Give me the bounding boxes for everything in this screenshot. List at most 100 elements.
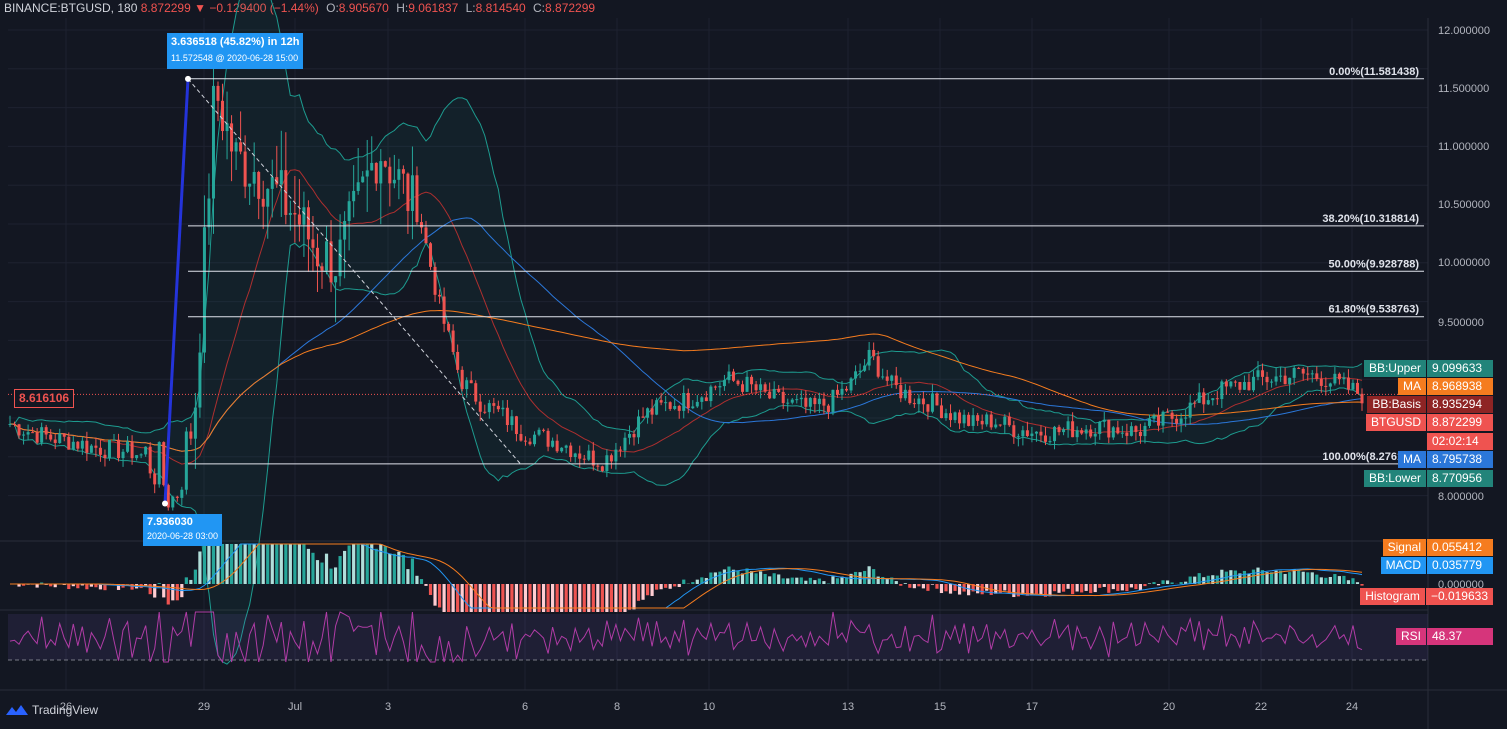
candle-body	[451, 330, 455, 352]
candle-body	[221, 100, 225, 132]
macd-histogram-bar	[980, 584, 984, 595]
macd-histogram-bar	[1080, 584, 1084, 593]
macd-histogram-bar	[985, 584, 989, 591]
macd-histogram-bar	[1355, 582, 1360, 584]
candle-body	[379, 161, 383, 184]
candle-body	[8, 423, 12, 425]
time-axis-tick: 3	[385, 701, 391, 713]
macd-histogram-bar	[1337, 576, 1341, 584]
candle-body	[872, 349, 876, 357]
macd-histogram-bar	[939, 584, 944, 594]
axis-tag-value: 8.968938	[1427, 378, 1493, 395]
axis-tag-value: 8.935294	[1427, 396, 1493, 413]
macd-histogram-bar	[994, 584, 998, 594]
macd-histogram-bar	[1120, 584, 1124, 591]
macd-histogram-bar	[1111, 584, 1115, 590]
candle-body	[731, 371, 735, 381]
candle-body	[410, 175, 414, 211]
candle-body	[130, 441, 134, 459]
macd-histogram-bar	[1324, 577, 1328, 584]
candle-body	[31, 432, 35, 434]
axis-tag-value: 02:02:14	[1427, 433, 1493, 450]
macd-histogram-bar	[1138, 584, 1143, 590]
candle-body	[1143, 425, 1147, 437]
candle-body	[682, 392, 686, 411]
axis-tag: RSI 48.37	[1395, 628, 1493, 645]
candle-body	[1211, 398, 1215, 401]
candle-body	[401, 169, 405, 174]
macd-histogram-bar	[1306, 572, 1310, 584]
macd-histogram-bar	[1071, 584, 1075, 595]
tradingview-logo: TradingView	[6, 703, 98, 717]
candle-body	[605, 455, 609, 472]
axis-tag-value: 8.770956	[1427, 470, 1493, 487]
candle-body	[930, 393, 934, 412]
macd-histogram-bar	[243, 544, 247, 584]
axis-tag: Signal 0.055412	[1382, 539, 1493, 556]
candle-body	[311, 239, 315, 248]
candle-body	[637, 416, 641, 438]
candle-body	[985, 414, 989, 425]
macd-histogram-bar	[641, 584, 645, 600]
candle-body	[94, 445, 98, 448]
macd-histogram-bar	[306, 548, 311, 584]
candle-body	[1089, 429, 1093, 437]
macd-histogram-bar	[645, 584, 650, 596]
axis-tag-value: 8.795738	[1427, 451, 1493, 468]
candle-body	[976, 415, 980, 421]
candle-body	[650, 408, 654, 415]
time-axis-tick: 6	[522, 701, 528, 713]
macd-histogram-bar	[157, 583, 161, 584]
candle-body	[429, 243, 433, 267]
candle-body	[234, 142, 238, 152]
axis-tag: BB:Lower 8.770956	[1363, 470, 1493, 487]
price-axis-tick: 8.000000	[1438, 491, 1484, 503]
macd-histogram-bar	[1279, 570, 1283, 584]
macd-histogram-bar	[352, 544, 356, 584]
candle-body	[1301, 368, 1305, 374]
candle-body	[772, 388, 776, 399]
macd-histogram-bar	[1319, 577, 1323, 584]
macd-histogram-bar	[822, 581, 826, 584]
candle-body	[587, 450, 591, 460]
time-axis-tick: 22	[1255, 701, 1267, 713]
macd-histogram-bar	[257, 544, 261, 584]
candle-body	[813, 397, 817, 405]
axis-tag-name: MA	[1398, 451, 1426, 468]
candle-body	[80, 440, 84, 449]
macd-histogram-bar	[207, 544, 211, 584]
macd-histogram-bar	[1066, 584, 1070, 589]
candle-body	[1166, 411, 1170, 413]
axis-tag-name: RSI	[1395, 628, 1426, 645]
candle-body	[49, 434, 53, 440]
candle-body	[1134, 426, 1138, 432]
candle-body	[189, 431, 193, 439]
price-chart[interactable]: 0.00%(11.581438) 38.20%(10.318814) 50.00%(…	[0, 0, 1507, 729]
macd-histogram-bar	[636, 584, 641, 601]
candle-body	[1188, 402, 1192, 418]
candle-body	[261, 198, 265, 207]
candle-body	[325, 241, 329, 271]
macd-histogram-bar	[85, 584, 89, 590]
axis-tag-name: Signal	[1382, 539, 1426, 556]
candle-body	[474, 383, 478, 402]
macd-histogram-bar	[1102, 584, 1106, 587]
candle-body	[704, 397, 708, 402]
macd-histogram-bar	[691, 582, 695, 584]
macd-histogram-bar	[424, 584, 428, 586]
macd-histogram-bar	[817, 578, 821, 584]
candle-body	[1021, 430, 1025, 437]
candle-body	[478, 401, 482, 412]
candle-body	[573, 453, 577, 458]
macd-histogram-bar	[1288, 572, 1292, 584]
candle-body	[257, 171, 261, 199]
macd-histogram-bar	[415, 575, 419, 584]
macd-histogram-bar	[293, 544, 297, 584]
candle-body	[89, 445, 93, 453]
candle-body	[1351, 382, 1355, 390]
candle-body	[392, 179, 396, 184]
candle-body	[641, 416, 645, 418]
macd-histogram-bar	[885, 578, 889, 584]
candle-body	[35, 432, 39, 443]
candle-body	[1256, 370, 1260, 377]
